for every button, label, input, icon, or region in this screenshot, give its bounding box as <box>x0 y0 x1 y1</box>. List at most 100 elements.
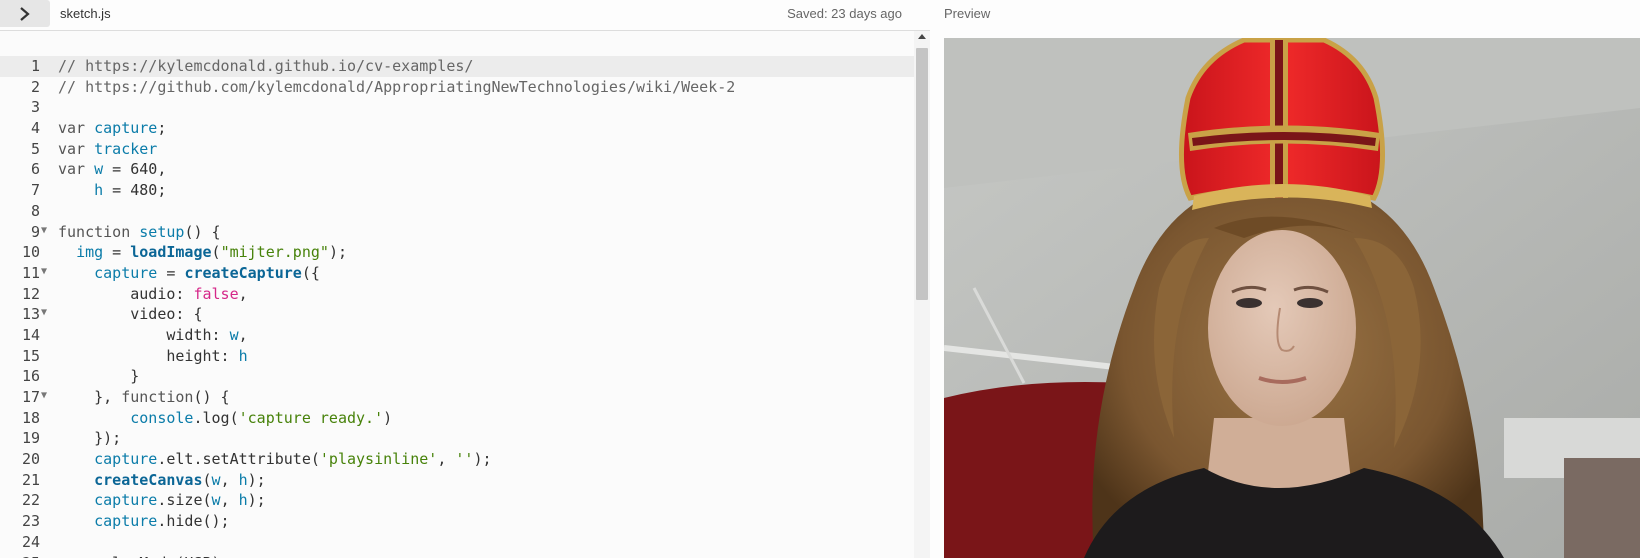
code-lines[interactable]: 1 // https://kylemcdonald.github.io/cv-ex… <box>0 56 914 558</box>
code-text: width: w, <box>58 325 248 346</box>
code-token: function <box>58 222 140 241</box>
code-token: , <box>238 325 248 344</box>
code-token: .log( <box>193 408 239 427</box>
code-line[interactable]: 7 h = 480; <box>0 180 914 201</box>
code-line[interactable]: 11 ▼ capture = createCapture({ <box>0 263 914 284</box>
code-token: ); <box>247 491 266 510</box>
code-token: ) <box>383 408 393 427</box>
code-token: loadImage <box>130 243 212 262</box>
code-text: // https://kylemcdonald.github.io/cv-exa… <box>58 56 473 77</box>
code-line[interactable]: 21 createCanvas(w, h); <box>0 470 914 491</box>
expand-sidebar-button[interactable] <box>0 0 50 27</box>
code-text: capture.elt.setAttribute('playsinline', … <box>58 449 491 470</box>
code-line[interactable]: 2 // https://github.com/kylemcdonald/Appr… <box>0 77 914 98</box>
fold-arrow-icon[interactable]: ▼ <box>41 386 47 407</box>
code-text: capture = createCapture({ <box>58 263 320 284</box>
code-token: .size( <box>157 491 212 510</box>
code-token: video: { <box>58 305 203 324</box>
code-line[interactable]: 18 console.log('capture ready.') <box>0 408 914 429</box>
line-number: 6 <box>30 160 40 179</box>
code-line[interactable]: 10 img = loadImage("mijter.png"); <box>0 242 914 263</box>
code-token: () { <box>184 222 221 241</box>
code-text: audio: false, <box>58 284 247 305</box>
code-token: }); <box>58 429 122 448</box>
code-line[interactable]: 20 capture.elt.setAttribute('playsinline… <box>0 449 914 470</box>
code-token: 'capture ready.' <box>238 408 384 427</box>
code-text: function setup() { <box>58 222 221 243</box>
code-token: var <box>58 160 95 179</box>
code-line[interactable]: 1 // https://kylemcdonald.github.io/cv-ex… <box>0 56 914 77</box>
code-editor[interactable]: 1 // https://kylemcdonald.github.io/cv-ex… <box>0 31 930 558</box>
code-text: img = loadImage("mijter.png"); <box>58 242 347 263</box>
scroll-thumb[interactable] <box>916 48 928 300</box>
code-token: ); <box>328 243 347 262</box>
editor-header: sketch.js Saved: 23 days ago Preview <box>0 0 1640 29</box>
line-number: 22 <box>21 491 40 510</box>
code-token: } <box>58 367 140 386</box>
code-token: "mijter.png" <box>220 243 329 262</box>
code-line[interactable]: 23 capture.hide(); <box>0 511 914 532</box>
code-token: w <box>94 160 104 179</box>
sketch-preview[interactable] <box>944 38 1640 558</box>
code-token: // https://github.com/kylemcdonald/Appro… <box>58 77 736 96</box>
code-line[interactable]: 25 colorMode(HSB); <box>0 553 914 558</box>
code-token: var <box>58 119 95 138</box>
webcam-canvas <box>944 38 1640 558</box>
code-token: ; <box>157 119 176 138</box>
code-token: = 640, <box>103 160 167 179</box>
line-number: 25 <box>0 553 40 558</box>
code-line[interactable]: 14 width: w, <box>0 325 914 346</box>
line-number: 18 <box>21 408 40 427</box>
mitre-image <box>1178 38 1386 210</box>
code-token: colorMode(HSB); <box>58 554 229 558</box>
code-token: h <box>94 181 104 200</box>
code-line[interactable]: 24 <box>0 532 914 553</box>
code-token: tracker <box>94 139 158 158</box>
code-token: .hide(); <box>157 512 230 531</box>
editor-scrollbar[interactable] <box>914 31 930 558</box>
code-line[interactable]: 16 } <box>0 366 914 387</box>
code-text: colorMode(HSB); <box>58 553 229 558</box>
code-text: video: { <box>58 304 203 325</box>
code-text: console.log('capture ready.') <box>58 408 392 429</box>
code-line[interactable]: 5 var tracker <box>0 139 914 160</box>
code-token: ( <box>211 243 221 262</box>
code-text: var w = 640, <box>58 159 166 180</box>
fold-arrow-icon[interactable]: ▼ <box>41 221 47 242</box>
code-token: img <box>76 243 104 262</box>
line-number: 8 <box>30 201 40 220</box>
code-line[interactable]: 19 }); <box>0 428 914 449</box>
code-line[interactable]: 4 var capture; <box>0 118 914 139</box>
code-token: = 480; <box>103 181 167 200</box>
code-token: 'playsinline' <box>319 450 438 469</box>
arrow-up-icon[interactable] <box>918 34 926 39</box>
code-line[interactable]: 8 <box>0 201 914 222</box>
code-token: h <box>238 470 248 489</box>
line-number: 19 <box>21 429 40 448</box>
code-line[interactable]: 6 var w = 640, <box>0 159 914 180</box>
line-number: 10 <box>21 243 40 262</box>
code-text: height: h <box>58 346 247 367</box>
code-line[interactable]: 13 ▼ video: { <box>0 304 914 325</box>
code-line[interactable]: 17 ▼ }, function() { <box>0 387 914 408</box>
code-line[interactable]: 15 height: h <box>0 346 914 367</box>
fold-arrow-icon[interactable]: ▼ <box>41 303 47 324</box>
line-number: 4 <box>30 119 40 138</box>
chevron-right-icon <box>20 6 30 21</box>
fold-arrow-icon[interactable]: ▼ <box>41 262 47 283</box>
file-name[interactable]: sketch.js <box>60 6 111 21</box>
code-line[interactable]: 3 <box>0 97 914 118</box>
code-token: ); <box>247 470 266 489</box>
code-token: height: <box>58 346 239 365</box>
code-text: } <box>58 366 139 387</box>
code-line[interactable]: 9 ▼ function setup() { <box>0 222 914 243</box>
code-line[interactable]: 12 audio: false, <box>0 284 914 305</box>
line-number: 21 <box>21 470 40 489</box>
code-line[interactable]: 22 capture.size(w, h); <box>0 490 914 511</box>
code-token: createCanvas <box>94 470 203 489</box>
